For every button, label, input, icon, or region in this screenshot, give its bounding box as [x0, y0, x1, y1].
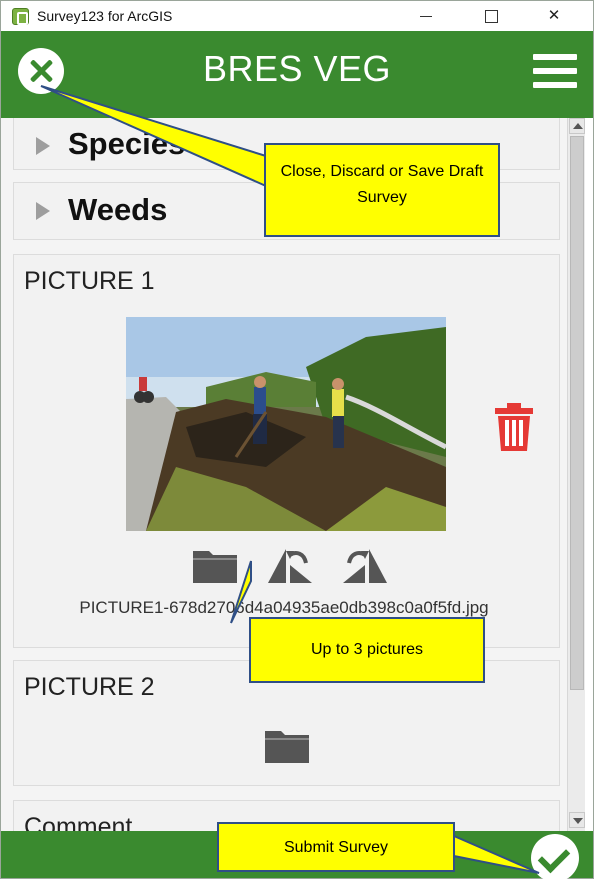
callout-pointers: [40, 85, 540, 874]
callout-pictures: Up to 3 pictures: [249, 617, 485, 683]
app-window: Survey123 for ArcGIS ✕ BRES VEG Species …: [0, 0, 594, 879]
callout-submit-survey: Submit Survey: [217, 822, 455, 872]
callout-close-discard-save: Close, Discard or Save Draft Survey: [264, 143, 500, 237]
